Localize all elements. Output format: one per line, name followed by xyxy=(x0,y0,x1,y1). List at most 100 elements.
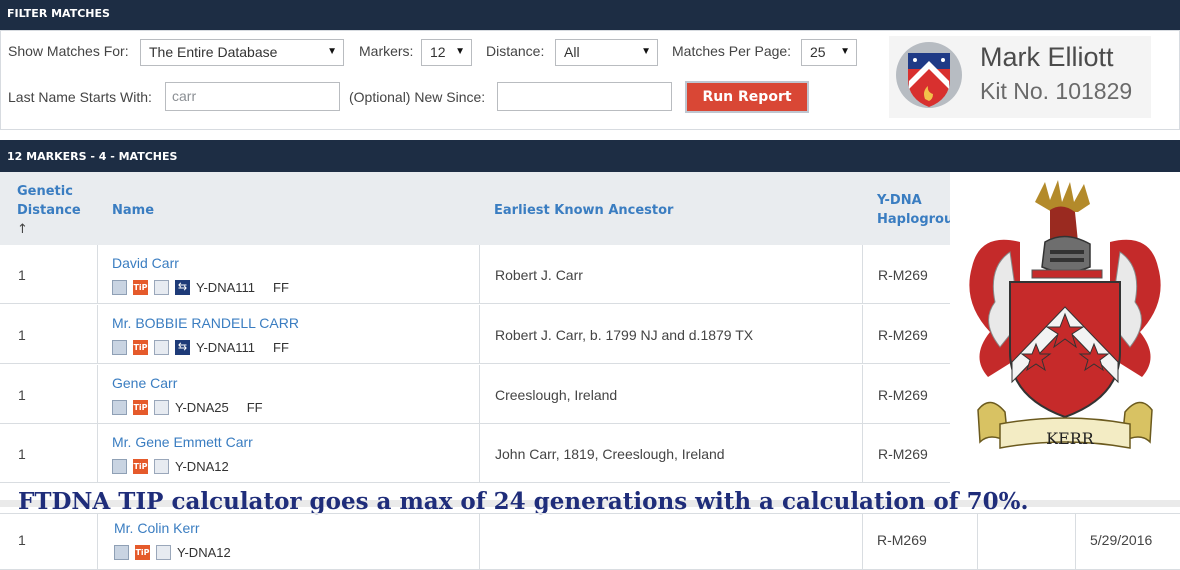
test-type: Y-DNA111 xyxy=(196,279,256,295)
genetic-distance-value: 1 xyxy=(18,532,26,548)
chevron-down-icon: ▼ xyxy=(455,46,465,57)
markers-value: 12 xyxy=(430,44,446,60)
email-icon[interactable] xyxy=(112,399,127,415)
header-label: Genetic xyxy=(17,184,73,199)
chevron-down-icon: ▼ xyxy=(641,46,651,57)
match-icons: TiP ⇆ Y-DNA111 FF xyxy=(112,278,289,296)
kerr-coat-of-arms: KERR xyxy=(950,172,1180,480)
match-name-link[interactable]: Gene Carr xyxy=(112,375,177,391)
distance-select[interactable]: All ▼ xyxy=(555,39,658,66)
match-icons: TiP Y-DNA12 xyxy=(114,543,231,561)
match-icons: TiP Y-DNA12 xyxy=(112,457,229,475)
chevron-down-icon: ▼ xyxy=(327,46,337,57)
family-tree-icon[interactable]: ⇆ xyxy=(175,339,190,355)
column-divider xyxy=(1075,514,1076,569)
family-finder-badge: FF xyxy=(246,399,263,415)
profile-name: Mark Elliott xyxy=(980,42,1114,72)
match-name-link[interactable]: David Carr xyxy=(112,255,179,271)
column-divider xyxy=(862,245,863,303)
chevron-down-icon: ▼ xyxy=(840,46,850,57)
header-label: Distance xyxy=(17,203,81,218)
genetic-distance-value: 1 xyxy=(18,446,26,462)
coat-of-arms-image: KERR xyxy=(969,180,1161,449)
family-tree-icon[interactable]: ⇆ xyxy=(175,279,190,295)
ancestor-value: Creeslough, Ireland xyxy=(495,387,618,403)
column-divider xyxy=(97,424,98,482)
tip-calculator-icon[interactable]: TiP xyxy=(133,399,148,415)
caption-text: FTDNA TIP calculator goes a max of 24 ge… xyxy=(18,488,1029,515)
column-divider xyxy=(479,305,480,363)
column-divider xyxy=(862,424,863,482)
column-divider xyxy=(479,424,480,482)
table-row: 1 David Carr TiP ⇆ Y-DNA111 FF Robert J.… xyxy=(0,245,950,304)
test-type: Y-DNA12 xyxy=(177,544,231,560)
haplogroup-value: R-M269 xyxy=(878,387,928,403)
matches-per-page-label: Matches Per Page: xyxy=(672,43,792,59)
ancestor-value: Robert J. Carr, b. 1799 NJ and d.1879 TX xyxy=(495,327,754,343)
email-icon[interactable] xyxy=(112,339,127,355)
new-since-label: (Optional) New Since: xyxy=(349,89,486,105)
notes-icon[interactable] xyxy=(154,458,169,474)
email-icon[interactable] xyxy=(112,458,127,474)
family-finder-badge: FF xyxy=(273,339,289,355)
haplogroup-value: R-M269 xyxy=(878,446,928,462)
last-name-label: Last Name Starts With: xyxy=(8,89,152,105)
column-divider xyxy=(862,514,863,569)
email-icon[interactable] xyxy=(114,544,129,560)
ancestor-value: John Carr, 1819, Creeslough, Ireland xyxy=(495,446,725,462)
notes-icon[interactable] xyxy=(154,399,169,415)
column-divider xyxy=(479,245,480,303)
match-icons: TiP ⇆ Y-DNA111 FF xyxy=(112,338,289,356)
email-icon[interactable] xyxy=(112,279,127,295)
distance-value: All xyxy=(564,44,580,60)
crest-scroll-text: KERR xyxy=(1046,429,1095,448)
tip-calculator-icon[interactable]: TiP xyxy=(133,458,148,474)
markers-label: Markers: xyxy=(359,43,414,59)
family-finder-badge: FF xyxy=(273,279,289,295)
tip-calculator-icon[interactable]: TiP xyxy=(135,544,150,560)
test-type: Y-DNA12 xyxy=(175,458,229,474)
column-divider xyxy=(97,305,98,363)
last-name-input[interactable]: carr xyxy=(165,82,340,111)
column-divider xyxy=(977,514,978,569)
show-matches-select[interactable]: The Entire Database ▼ xyxy=(140,39,344,66)
new-since-input[interactable] xyxy=(497,82,672,111)
header-haplogroup[interactable]: Y-DNA Haplogrou xyxy=(877,191,953,229)
table-row: 1 Mr. Colin Kerr TiP Y-DNA12 R-M269 5/29… xyxy=(0,513,1180,570)
column-divider xyxy=(97,514,98,569)
matches-per-page-select[interactable]: 25 ▼ xyxy=(801,39,857,66)
match-icons: TiP Y-DNA25 FF xyxy=(112,398,263,416)
ancestor-value: Robert J. Carr xyxy=(495,267,583,283)
column-divider xyxy=(479,365,480,423)
match-date-value: 5/29/2016 xyxy=(1090,532,1153,548)
header-name[interactable]: Name xyxy=(112,201,154,220)
table-header: Genetic Distance ↑ Name Earliest Known A… xyxy=(0,172,953,245)
header-label: Y-DNA xyxy=(877,193,922,208)
haplogroup-value: R-M269 xyxy=(878,327,928,343)
tip-calculator-icon[interactable]: TiP xyxy=(133,279,148,295)
genetic-distance-value: 1 xyxy=(18,327,26,343)
markers-select[interactable]: 12 ▼ xyxy=(421,39,472,66)
header-ancestor[interactable]: Earliest Known Ancestor xyxy=(494,201,673,220)
tip-calculator-icon[interactable]: TiP xyxy=(133,339,148,355)
column-divider xyxy=(479,514,480,569)
show-matches-label: Show Matches For: xyxy=(8,43,129,59)
genetic-distance-value: 1 xyxy=(18,387,26,403)
notes-icon[interactable] xyxy=(154,339,169,355)
sort-genetic-distance[interactable]: Genetic Distance ↑ xyxy=(17,182,81,239)
haplogroup-value: R-M269 xyxy=(877,532,927,548)
table-row: 1 Gene Carr TiP Y-DNA25 FF Creeslough, I… xyxy=(0,365,950,424)
run-report-button[interactable]: Run Report xyxy=(685,81,809,113)
notes-icon[interactable] xyxy=(156,544,171,560)
match-name-link[interactable]: Mr. BOBBIE RANDELL CARR xyxy=(112,315,299,331)
test-type: Y-DNA111 xyxy=(196,339,256,355)
filter-matches-header: FILTER MATCHES xyxy=(0,0,1180,30)
profile-kit-number: Kit No. 101829 xyxy=(980,78,1133,104)
haplogroup-value: R-M269 xyxy=(878,267,928,283)
header-label: Haplogrou xyxy=(877,212,954,227)
results-header: 12 MARKERS - 4 - MATCHES xyxy=(0,140,1180,172)
family-crest-avatar xyxy=(896,42,962,108)
match-name-link[interactable]: Mr. Colin Kerr xyxy=(114,520,200,536)
match-name-link[interactable]: Mr. Gene Emmett Carr xyxy=(112,434,253,450)
notes-icon[interactable] xyxy=(154,279,169,295)
